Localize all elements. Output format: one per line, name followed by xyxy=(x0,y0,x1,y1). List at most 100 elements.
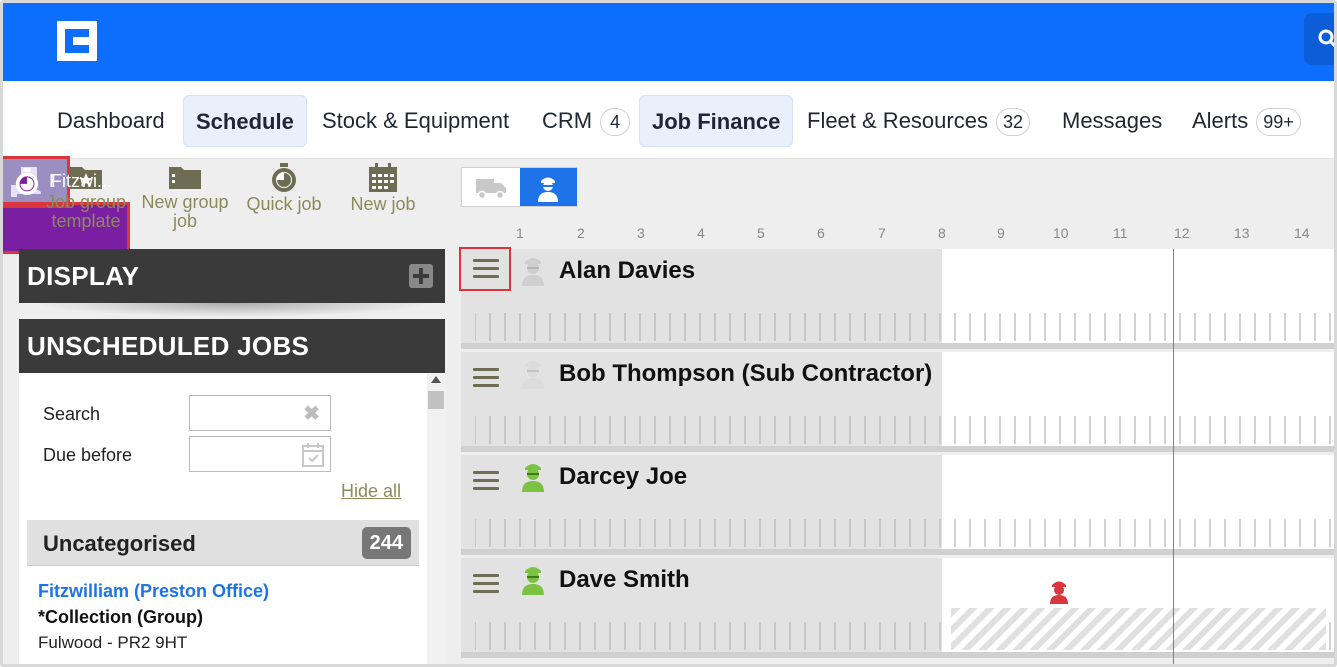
current-time-line xyxy=(1173,249,1174,664)
uncategorised-group[interactable]: Uncategorised 244 xyxy=(27,520,419,566)
timeline-ticks xyxy=(475,519,1331,547)
panel-shadow xyxy=(33,303,433,317)
hide-all-link[interactable]: Hide all xyxy=(341,481,401,502)
stopwatch-icon xyxy=(15,168,39,196)
app-logo-icon[interactable] xyxy=(57,21,97,61)
day-label: 11 xyxy=(1113,225,1128,241)
hamburger-menu-icon[interactable] xyxy=(471,566,501,594)
staff-view-button[interactable] xyxy=(520,168,577,206)
stopwatch-icon xyxy=(272,163,296,192)
day-label: 2 xyxy=(577,225,585,241)
crm-count-badge: 4 xyxy=(600,108,631,137)
schedule-row: Dave Smith xyxy=(461,558,1334,661)
folder-icon xyxy=(169,167,201,189)
quick-job-button[interactable]: Quick job xyxy=(239,163,329,214)
day-label: 9 xyxy=(997,225,1005,241)
toolbar-label: Job group template xyxy=(45,192,127,231)
nav-job-finance[interactable]: Job Finance xyxy=(639,95,794,147)
person-alert-icon xyxy=(1050,581,1068,604)
day-label: 13 xyxy=(1234,225,1250,241)
timeline-ticks xyxy=(475,416,1331,444)
search-button[interactable] xyxy=(1304,13,1334,65)
due-before-field[interactable] xyxy=(189,436,331,472)
calendar-icon xyxy=(369,163,397,192)
person-icon xyxy=(538,177,558,202)
nav-label: Stock & Equipment xyxy=(322,108,510,133)
day-label: 4 xyxy=(697,225,705,241)
day-label: 14 xyxy=(1294,225,1310,241)
new-group-job-button[interactable]: New group job xyxy=(135,163,235,231)
row-divider xyxy=(461,652,1334,658)
main-nav: Dashboard Schedule Stock & Equipment CRM… xyxy=(3,81,1334,159)
day-label: 12 xyxy=(1174,225,1190,241)
day-label: 3 xyxy=(637,225,645,241)
vehicle-view-button[interactable] xyxy=(462,168,519,206)
calendar-icon[interactable] xyxy=(302,443,324,467)
job-block-label: Fitzwi... xyxy=(51,171,112,191)
nav-messages[interactable]: Messages xyxy=(1050,95,1174,147)
person-icon xyxy=(522,258,544,286)
unscheduled-jobs-body: Search ✖ Due before Hide all Uncategoris… xyxy=(19,373,445,664)
person-icon xyxy=(522,361,544,389)
booked-slot-hatch xyxy=(951,608,1326,650)
nav-crm[interactable]: CRM 4 xyxy=(530,95,642,147)
schedule-row: Bob Thompson (Sub Contractor) xyxy=(461,352,1334,455)
staff-name[interactable]: Darcey Joe xyxy=(559,463,687,491)
staff-name[interactable]: Dave Smith xyxy=(559,566,690,594)
truck-icon xyxy=(476,179,506,200)
display-panel-title: DISPLAY xyxy=(27,261,140,291)
person-icon xyxy=(522,464,544,492)
nav-label: Fleet & Resources xyxy=(807,108,988,133)
person-icon xyxy=(522,567,544,595)
schedule-row: Darcey Joe xyxy=(461,455,1334,558)
staff-name[interactable]: Bob Thompson (Sub Contractor) xyxy=(559,360,932,388)
nav-label: Schedule xyxy=(196,109,294,134)
search-input[interactable]: ✖ xyxy=(189,395,331,431)
row-divider xyxy=(461,343,1334,349)
nav-schedule[interactable]: Schedule xyxy=(183,95,307,147)
toolbar-label: Quick job xyxy=(246,194,322,214)
day-label: 6 xyxy=(817,225,825,241)
main-area: Job group template New group job Quick j… xyxy=(3,156,1334,664)
clear-icon[interactable]: ✖ xyxy=(303,401,320,426)
fleet-count-badge: 32 xyxy=(995,108,1030,137)
nav-label: Messages xyxy=(1062,108,1163,133)
category-count-badge: 244 xyxy=(361,527,411,559)
search-icon xyxy=(1318,29,1334,48)
nav-label: Alerts xyxy=(1192,108,1249,133)
nav-label: Job Finance xyxy=(652,109,781,134)
job-location: Fulwood - PR2 9HT xyxy=(38,633,188,652)
resource-view-toggle xyxy=(461,167,577,207)
nav-alerts[interactable]: Alerts 99+ xyxy=(1180,95,1313,147)
display-panel-header[interactable]: DISPLAY xyxy=(19,249,445,303)
toolbar-label: New job xyxy=(350,194,416,214)
row-divider xyxy=(461,549,1334,555)
nav-stock-equipment[interactable]: Stock & Equipment xyxy=(310,95,521,147)
schedule-row: Alan Davies xyxy=(459,247,1334,352)
scroll-up-arrow-icon[interactable] xyxy=(431,376,441,383)
top-bar xyxy=(3,3,1334,81)
hamburger-menu-icon[interactable] xyxy=(459,247,511,291)
day-label: 7 xyxy=(878,225,886,241)
search-label: Search xyxy=(43,404,101,424)
job-client-link[interactable]: Fitzwilliam (Preston Office) xyxy=(38,581,269,602)
nav-fleet-resources[interactable]: Fleet & Resources 32 xyxy=(795,95,1042,147)
nav-label: Dashboard xyxy=(57,108,165,133)
new-job-button[interactable]: New job xyxy=(341,163,425,214)
timeline-header: 1 2 3 4 5 6 7 8 9 10 11 12 13 14 xyxy=(461,225,1334,245)
due-before-label: Due before xyxy=(43,445,133,465)
nav-label: CRM xyxy=(542,108,593,133)
unscheduled-jobs-header: UNSCHEDULED JOBS xyxy=(19,319,445,373)
day-label: 5 xyxy=(757,225,765,241)
alerts-count-badge: 99+ xyxy=(1256,108,1301,137)
staff-name[interactable]: Alan Davies xyxy=(559,257,695,285)
unscheduled-jobs-title: UNSCHEDULED JOBS xyxy=(27,331,310,361)
scrollbar[interactable] xyxy=(427,373,445,664)
scroll-thumb[interactable] xyxy=(428,391,444,409)
toolbar-label: New group job xyxy=(141,192,229,231)
row-divider xyxy=(461,446,1334,452)
hamburger-menu-icon[interactable] xyxy=(471,463,501,491)
hamburger-menu-icon[interactable] xyxy=(471,360,501,388)
nav-dashboard[interactable]: Dashboard xyxy=(45,95,177,147)
plus-icon[interactable] xyxy=(409,264,433,288)
